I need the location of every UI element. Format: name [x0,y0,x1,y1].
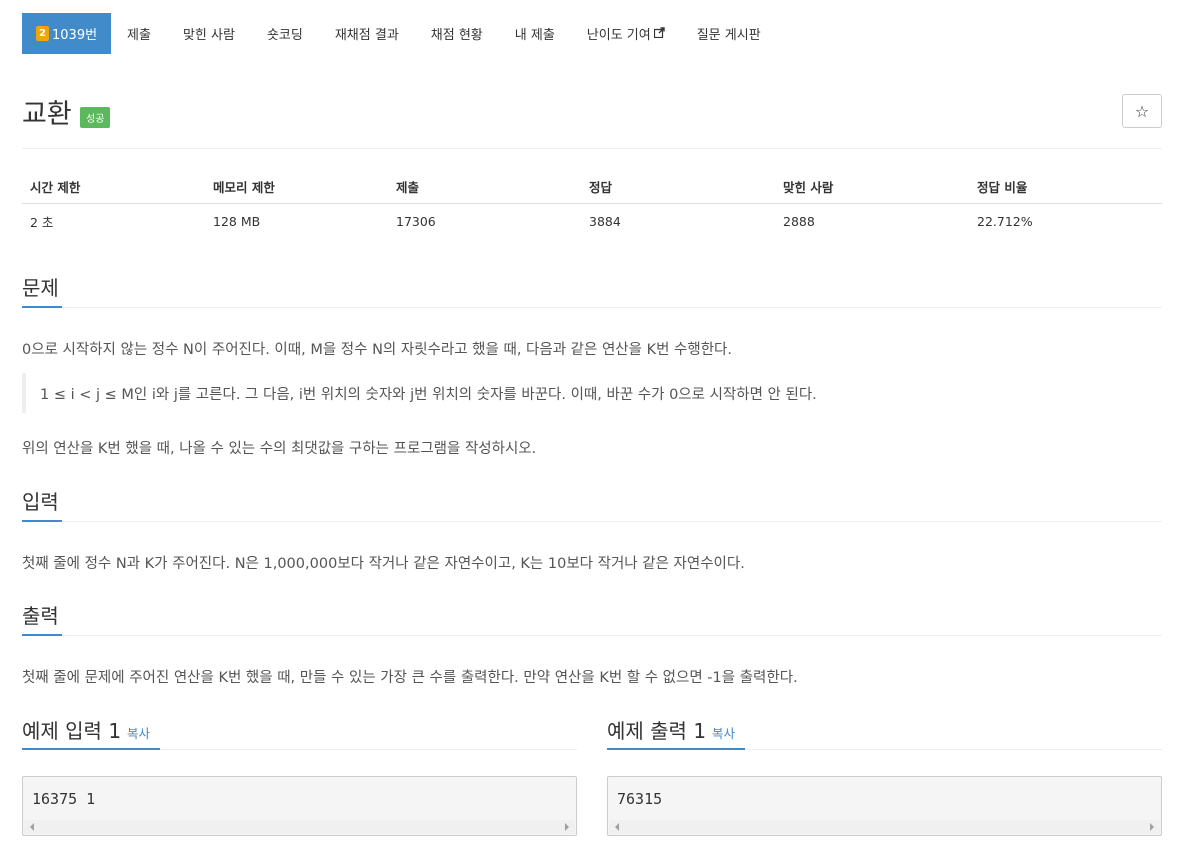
sample-input-text: 16375 1 [32,790,96,808]
nav-tab-difficulty-contribution[interactable]: 난이도 기여 [571,13,681,54]
section-underline [22,520,62,522]
section-underline [607,748,745,750]
sample-input-heading: 예제 입력 1 복사 [22,715,150,744]
header-solved-users: 맞힌 사람 [775,170,969,204]
title-divider [22,148,1162,149]
problem-nav: 2 1039번 제출 맞힌 사람 숏코딩 재채점 결과 채점 현황 내 제출 난… [22,13,777,54]
problem-description: 0으로 시작하지 않는 정수 N이 주어진다. 이때, M을 정수 N의 자릿수… [22,342,733,358]
nav-tab-judge-status[interactable]: 채점 현황 [415,13,499,54]
output-description: 첫째 줄에 문제에 주어진 연산을 K번 했을 때, 만들 수 있는 가장 큰 … [22,670,798,686]
problem-blockquote: 1 ≤ i < j ≤ M인 i와 j를 고른다. 그 다음, i번 위치의 숫… [22,373,817,413]
nav-tab-rejudge-results[interactable]: 재채점 결과 [319,13,415,54]
nav-tab-difficulty-label: 난이도 기여 [586,28,651,43]
scroll-left-icon[interactable] [615,823,619,831]
copy-sample-output-button[interactable]: 복사 [712,723,735,742]
star-icon: ☆ [1134,101,1150,121]
value-submissions: 17306 [396,213,436,229]
sample-input-box: 16375 1 [22,776,577,836]
sample-output-title: 예제 출력 1 [607,719,707,743]
problem-title: 교환 [22,99,72,130]
scroll-right-icon[interactable] [1150,823,1154,831]
copy-sample-input-button[interactable]: 복사 [127,723,150,742]
section-divider [22,635,1162,636]
section-underline [22,306,62,308]
horizontal-scrollbar[interactable] [609,820,1160,834]
nav-tab-short-coding[interactable]: 숏코딩 [251,13,319,54]
problem-info-table: 시간 제한 메모리 제한 제출 정답 맞힌 사람 정답 비율 2 초 128 M… [22,170,1162,239]
header-accepted: 정답 [581,170,775,204]
problem-page: 2 1039번 제출 맞힌 사람 숏코딩 재채점 결과 채점 현황 내 제출 난… [0,0,1202,853]
problem-section-heading: 문제 [22,276,59,300]
output-section-heading: 출력 [22,604,59,628]
nav-tab-my-submissions[interactable]: 내 제출 [499,13,571,54]
nav-tab-problem-label: 1039번 [52,28,98,43]
header-memory-limit: 메모리 제한 [205,170,388,204]
nav-tab-problem[interactable]: 2 1039번 [22,13,112,54]
status-badge: 성공 [80,107,111,128]
sample-output-box: 76315 [607,776,1162,836]
header-submissions: 제출 [388,170,581,204]
external-link-icon [653,26,665,41]
sample-output-text: 76315 [617,790,663,808]
value-solved-users: 2888 [783,213,815,229]
sample-input-title: 예제 입력 1 [22,719,122,743]
section-divider [22,521,1162,522]
nav-tab-solved-users[interactable]: 맞힌 사람 [167,13,251,54]
value-accepted: 3884 [589,213,621,229]
input-description: 첫째 줄에 정수 N과 K가 주어진다. N은 1,000,000보다 작거나 … [22,556,745,572]
section-divider [22,307,1162,308]
favorite-button[interactable]: ☆ [1122,94,1162,128]
blockquote-text: 1 ≤ i < j ≤ M인 i와 j를 고른다. 그 다음, i번 위치의 숫… [40,386,817,403]
sample-output-heading: 예제 출력 1 복사 [607,715,735,744]
section-underline [22,634,62,636]
table-header-row: 시간 제한 메모리 제한 제출 정답 맞힌 사람 정답 비율 [22,170,1162,204]
table-row: 2 초 128 MB 17306 3884 2888 22.712% [22,203,1162,239]
section-underline [22,748,160,750]
tier-badge-icon: 2 [36,26,49,41]
horizontal-scrollbar[interactable] [24,820,575,834]
problem-description-2: 위의 연산을 K번 했을 때, 나올 수 있는 수의 최댓값을 구하는 프로그램… [22,441,537,457]
nav-tab-qna-board[interactable]: 질문 게시판 [681,13,777,54]
scroll-left-icon[interactable] [30,823,34,831]
scroll-right-icon[interactable] [565,823,569,831]
header-accept-ratio: 정답 비율 [969,170,1162,204]
value-accept-ratio: 22.712% [977,213,1033,229]
input-section-heading: 입력 [22,490,59,514]
nav-tab-submit[interactable]: 제출 [111,13,167,54]
header-time-limit: 시간 제한 [22,170,205,204]
value-time-limit: 2 초 [30,214,54,230]
value-memory-limit: 128 MB [213,213,261,229]
